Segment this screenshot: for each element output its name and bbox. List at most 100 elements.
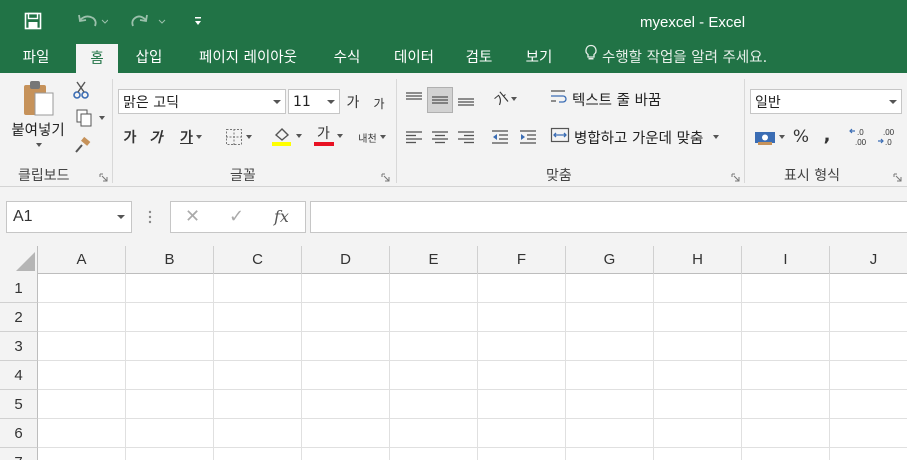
number-launcher-icon[interactable] [893, 171, 902, 182]
orientation-button[interactable]: 가 [486, 87, 526, 111]
grow-font-glyph: 가 [346, 95, 360, 111]
enter-icon[interactable]: ✓ [229, 206, 244, 227]
svg-text:.00: .00 [855, 138, 867, 147]
grow-font-button[interactable]: 가 [344, 91, 362, 113]
italic-glyph: 가 [149, 130, 163, 146]
row-header-7[interactable]: 7 [0, 448, 38, 460]
group-divider [112, 79, 113, 183]
comma-button[interactable]: , [816, 123, 838, 147]
paste-label[interactable]: 붙여넣기 [4, 120, 72, 139]
merge-center-button[interactable]: 병합하고 가운데 맞춤 [550, 125, 740, 149]
column-header-h[interactable]: H [654, 246, 742, 274]
worksheet-grid[interactable]: ABCDEFGHIJ 1234567 [0, 246, 907, 460]
font-size-value: 11 [293, 93, 311, 110]
column-header-i[interactable]: I [742, 246, 830, 274]
name-box[interactable]: A1 [6, 201, 132, 233]
formula-buttons: ✕ ✓ fx [170, 201, 306, 233]
grid-line [38, 302, 907, 303]
align-center-icon[interactable] [428, 125, 452, 149]
align-bottom-icon[interactable] [454, 87, 478, 111]
wrap-text-icon [550, 88, 568, 110]
accounting-format-icon[interactable] [750, 125, 788, 149]
decrease-decimal-icon[interactable]: .00.0 [876, 125, 902, 149]
column-header-b[interactable]: B [126, 246, 214, 274]
row-header-4[interactable]: 4 [0, 361, 38, 390]
column-header-j[interactable]: J [830, 246, 907, 274]
align-top-icon[interactable] [402, 87, 426, 111]
row-header-2[interactable]: 2 [0, 303, 38, 332]
tab-review[interactable]: 검토 [456, 43, 502, 73]
grid-line [38, 447, 907, 448]
percent-glyph: % [792, 127, 810, 147]
column-header-g[interactable]: G [566, 246, 654, 274]
align-right-icon[interactable] [454, 125, 478, 149]
undo-icon[interactable] [74, 9, 110, 33]
phonetic-button[interactable]: 내천 [354, 125, 390, 149]
tab-view[interactable]: 보기 [516, 43, 562, 73]
font-launcher-icon[interactable] [381, 171, 390, 182]
select-all-corner[interactable] [0, 246, 38, 274]
decrease-indent-icon[interactable] [488, 125, 512, 149]
row-header-5[interactable]: 5 [0, 390, 38, 419]
title-bar: myexcel - Excel [0, 0, 907, 43]
cancel-icon[interactable]: ✕ [185, 206, 200, 227]
tab-formulas[interactable]: 수식 [324, 43, 370, 73]
customize-qat-icon[interactable] [190, 9, 206, 33]
bold-button[interactable]: 가 [120, 125, 140, 149]
name-box-value: A1 [13, 208, 33, 225]
grid-line [38, 389, 907, 390]
formula-bar-grip-icon[interactable] [148, 209, 152, 225]
column-header-c[interactable]: C [214, 246, 302, 274]
cut-icon[interactable] [68, 79, 94, 101]
column-header-f[interactable]: F [478, 246, 566, 274]
borders-icon[interactable] [220, 125, 256, 149]
clipboard-launcher-icon[interactable] [99, 171, 108, 182]
font-group-label: 글꼴 [230, 168, 256, 184]
column-header-a[interactable]: A [38, 246, 126, 274]
italic-button[interactable]: 가 [146, 125, 166, 149]
grid-line [38, 418, 907, 419]
shrink-font-button[interactable]: 가 [370, 93, 388, 113]
format-painter-icon[interactable] [70, 135, 96, 157]
percent-button[interactable]: % [790, 125, 812, 149]
row-header-3[interactable]: 3 [0, 332, 38, 361]
tell-me-text: 수행할 작업을 알려 주세요. [602, 50, 768, 66]
merge-center-icon [550, 126, 570, 148]
alignment-launcher-icon[interactable] [731, 171, 740, 182]
clipboard-group-label: 클립보드 [18, 168, 70, 184]
comma-glyph: , [823, 124, 831, 146]
align-left-icon[interactable] [402, 125, 426, 149]
font-color-icon[interactable]: 가 [308, 123, 348, 149]
underline-glyph: 가 [180, 130, 193, 146]
paste-dropdown-icon[interactable] [34, 141, 44, 149]
ribbon-home: 붙여넣기 클립보드 맑은 고딕 11 가 가 가 가 가 가 내천 글꼴 가 텍… [0, 73, 907, 187]
wrap-text-button[interactable]: 텍스트 줄 바꿈 [550, 87, 680, 111]
tell-me-box[interactable]: 수행할 작업을 알려 주세요. [584, 43, 767, 73]
svg-text:.0: .0 [857, 128, 864, 137]
align-middle-icon[interactable] [427, 87, 453, 113]
tab-insert[interactable]: 삽입 [126, 43, 172, 73]
number-format-select[interactable]: 일반 [750, 89, 902, 114]
tab-page-layout[interactable]: 페이지 레이아웃 [186, 43, 310, 73]
tab-file[interactable]: 파일 [10, 43, 62, 73]
merge-center-label: 병합하고 가운데 맞춤 [574, 130, 704, 147]
row-header-6[interactable]: 6 [0, 419, 38, 448]
insert-function-icon[interactable]: fx [274, 207, 289, 226]
font-name-select[interactable]: 맑은 고딕 [118, 89, 286, 114]
redo-icon[interactable] [128, 9, 168, 33]
column-header-d[interactable]: D [302, 246, 390, 274]
increase-decimal-icon[interactable]: .0.00 [848, 125, 874, 149]
font-size-select[interactable]: 11 [288, 89, 340, 114]
row-header-1[interactable]: 1 [0, 274, 38, 303]
increase-indent-icon[interactable] [516, 125, 540, 149]
save-icon[interactable] [20, 9, 46, 33]
svg-text:.00: .00 [883, 128, 895, 137]
tab-data[interactable]: 데이터 [384, 43, 444, 73]
column-header-e[interactable]: E [390, 246, 478, 274]
copy-icon[interactable] [70, 107, 108, 129]
tab-home[interactable]: 홈 [76, 44, 118, 73]
underline-button[interactable]: 가 [172, 125, 210, 149]
paste-icon[interactable] [16, 79, 60, 119]
formula-input[interactable] [310, 201, 907, 233]
fill-color-icon[interactable] [266, 123, 306, 149]
